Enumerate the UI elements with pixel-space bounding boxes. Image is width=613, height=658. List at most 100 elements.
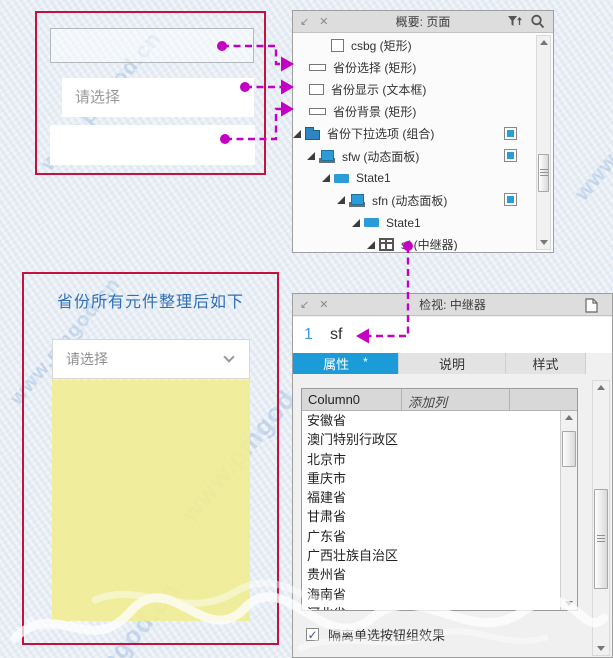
repeater-icon	[379, 238, 394, 251]
grid-row[interactable]: 甘肃省	[302, 507, 560, 526]
tree-item[interactable]: 省份选择 (矩形)	[293, 56, 537, 78]
visibility-toggle-icon[interactable]	[504, 149, 517, 162]
tree-item[interactable]: 省份下拉选项 (组合)	[293, 123, 537, 145]
add-column-header[interactable]: 添加列	[402, 389, 510, 410]
outline-panel-title: 概要: 页面	[395, 15, 451, 29]
grid-row[interactable]: 重庆市	[302, 469, 560, 488]
chevron-down-icon	[223, 351, 235, 363]
tab-说明[interactable]: 说明	[399, 353, 506, 374]
tree-item[interactable]: State1	[293, 167, 537, 189]
scroll-up-icon[interactable]	[593, 385, 609, 390]
tree-item[interactable]: csbg (矩形)	[293, 34, 537, 56]
tree-item-label: State1	[356, 171, 391, 186]
grid-rows: 安徽省澳门特别行政区北京市重庆市福建省甘肃省广东省广西壮族自治区贵州省海南省河北…	[302, 411, 560, 610]
tab-label: 说明	[438, 357, 465, 372]
inspector-tabs: 属性 * 说明 样式	[293, 353, 586, 374]
tree-item-label: sfn (动态面板)	[372, 193, 448, 208]
page-notes-icon[interactable]	[585, 298, 598, 313]
grid-column-header[interactable]: Column0	[302, 389, 402, 410]
tree-item-label: 省份背景 (矩形)	[333, 105, 417, 120]
close-icon[interactable]: ✕	[319, 299, 328, 311]
outline-panel-header: ↙ ✕ 概要: 页面	[293, 11, 553, 33]
grid-row[interactable]: 河北省	[302, 604, 560, 610]
inspector-panel: ↙ ✕ 检视: 中继器 1 sf 属性 * 说明 样式 Column0 添加列 安徽省…	[292, 293, 613, 658]
inspector-scrollbar[interactable]	[592, 380, 610, 656]
search-icon[interactable]	[530, 14, 545, 29]
expand-arrow-icon[interactable]	[293, 129, 301, 138]
dropdown-placeholder: 请选择	[66, 351, 108, 367]
province-options-panel[interactable]	[52, 380, 250, 621]
grid-row[interactable]: 安徽省	[302, 411, 560, 430]
expand-arrow-icon[interactable]	[322, 174, 330, 183]
tab-label: 样式	[532, 357, 559, 372]
tree-item-label: State1	[386, 215, 421, 230]
scrollbar-thumb[interactable]	[538, 154, 549, 192]
tree-item[interactable]: State1	[293, 212, 537, 234]
tree-item-label: csbg (矩形)	[351, 38, 412, 53]
grid-row[interactable]: 贵州省	[302, 565, 560, 584]
state-icon	[364, 218, 379, 228]
widget-name-row: 1 sf	[293, 317, 612, 353]
isolate-radio-group-option[interactable]: ✓ 隔离单选按钮组效果	[306, 625, 445, 643]
widget-name-field[interactable]: sf	[330, 326, 342, 344]
dynamic-panel-icon	[319, 149, 335, 163]
flat-rect-icon	[309, 63, 326, 71]
tree-item-label: 省份选择 (矩形)	[333, 60, 417, 75]
flat-rect-icon	[309, 108, 326, 116]
expand-arrow-icon[interactable]	[367, 240, 375, 249]
grid-row[interactable]: 北京市	[302, 450, 560, 469]
rectangle-icon	[331, 38, 344, 52]
inspector-panel-title: 检视: 中继器	[419, 298, 486, 312]
tab-属性[interactable]: 属性 *	[293, 353, 399, 374]
outline-scrollbar[interactable]	[536, 35, 551, 250]
visibility-toggle-icon[interactable]	[504, 126, 517, 140]
scroll-down-icon[interactable]	[561, 601, 577, 606]
grid-row[interactable]: 广西壮族自治区	[302, 546, 560, 565]
checkbox-label: 隔离单选按钮组效果	[328, 627, 446, 643]
dock-icon[interactable]: ↙	[300, 299, 309, 311]
dock-icon[interactable]: ↙	[300, 16, 309, 28]
grid-row[interactable]: 福建省	[302, 488, 560, 507]
folder-icon	[305, 127, 320, 141]
tree-item[interactable]: 省份背景 (矩形)	[293, 101, 537, 123]
scroll-up-icon[interactable]	[561, 415, 577, 420]
expand-arrow-icon[interactable]	[307, 152, 315, 160]
grid-row[interactable]: 澳门特别行政区	[302, 430, 560, 449]
tree-item-label: 省份显示 (文本框)	[331, 82, 427, 97]
checkbox[interactable]: ✓	[306, 627, 319, 641]
wireframe-group-bottom: 省份所有元件整理后如下 请选择	[22, 272, 279, 645]
group-title: 省份所有元件整理后如下	[56, 294, 244, 311]
grid-row[interactable]: 广东省	[302, 527, 560, 546]
province-display-textfield[interactable]: 请选择	[62, 78, 254, 117]
tree-item[interactable]: sf (中继器)	[293, 234, 537, 251]
province-background-rect[interactable]	[50, 28, 254, 63]
province-select-rect[interactable]	[50, 125, 255, 165]
tree-item[interactable]: sfn (动态面板)	[293, 189, 537, 211]
scrollbar-thumb[interactable]	[594, 489, 608, 589]
grid-row[interactable]: 海南省	[302, 585, 560, 604]
tab-样式[interactable]: 样式	[506, 353, 586, 374]
dynamic-panel-icon	[349, 193, 365, 207]
tree-item-label: sfw (动态面板)	[342, 149, 420, 164]
close-icon[interactable]: ✕	[319, 16, 328, 28]
inspector-panel-header: ↙ ✕ 检视: 中继器	[293, 294, 612, 316]
scroll-up-icon[interactable]	[537, 40, 550, 45]
grid-column-header-empty	[510, 389, 577, 410]
grid-header: Column0 添加列	[302, 389, 577, 411]
scroll-down-icon[interactable]	[593, 646, 609, 651]
scroll-down-icon[interactable]	[537, 240, 550, 245]
expand-arrow-icon[interactable]	[337, 196, 345, 205]
repeater-dataset-grid: Column0 添加列 安徽省 澳门特别行政区 北京市 重庆市 福建省 甘肃省 广东省 广西壮…	[301, 388, 578, 611]
visibility-toggle-icon[interactable]	[504, 193, 517, 207]
row-index: 1	[304, 326, 313, 343]
tree-item[interactable]: 省份显示 (文本框)	[293, 78, 537, 100]
scrollbar-thumb[interactable]	[562, 431, 576, 467]
grid-scrollbar[interactable]	[560, 411, 577, 610]
outline-panel: ↙ ✕ 概要: 页面 csbg (矩形) 省份选择 (矩形) 省份显示 (文本框) 省…	[292, 10, 554, 253]
expand-arrow-icon[interactable]	[352, 218, 360, 227]
filter-icon[interactable]	[507, 14, 522, 29]
tree-item-label: sf (中继器)	[401, 238, 458, 251]
text-field-icon	[309, 83, 324, 95]
province-dropdown[interactable]: 请选择	[52, 339, 250, 379]
tree-item[interactable]: sfw (动态面板)	[293, 145, 537, 167]
